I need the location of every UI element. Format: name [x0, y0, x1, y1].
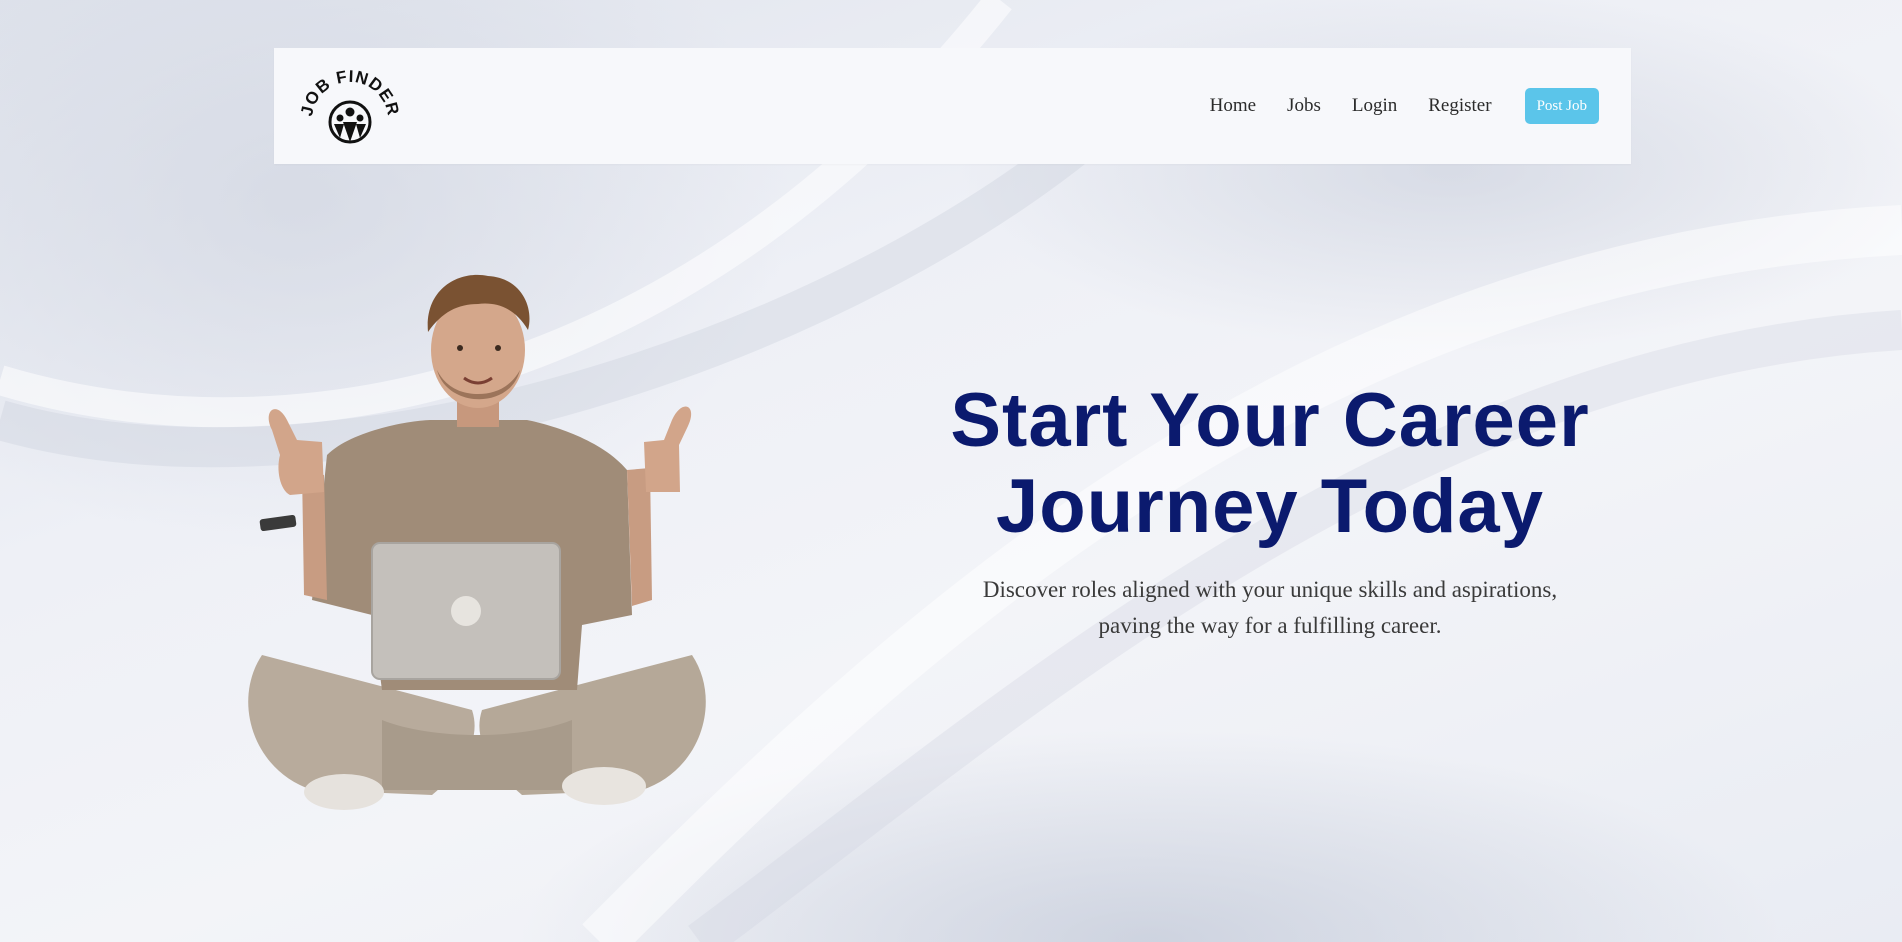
hero-section: Start Your Career Journey Today Discover…: [890, 378, 1650, 644]
job-finder-logo[interactable]: JOB FINDER: [297, 66, 402, 148]
nav-link-register[interactable]: Register: [1428, 92, 1491, 120]
hero-title: Start Your Career Journey Today: [890, 378, 1650, 550]
nav-link-login[interactable]: Login: [1352, 92, 1397, 120]
nav-link-home[interactable]: Home: [1210, 92, 1256, 120]
nav-link-jobs[interactable]: Jobs: [1287, 92, 1321, 120]
post-job-button[interactable]: Post Job: [1524, 88, 1599, 124]
hero-title-line-1: Start Your Career: [950, 378, 1590, 463]
navbar: JOB FINDER Home Jobs Login Register Post…: [274, 48, 1631, 164]
hero-person-image: [232, 270, 722, 810]
hero-subtitle: Discover roles aligned with your unique …: [982, 577, 1558, 638]
main-nav: Home Jobs Login Register Post Job: [1210, 88, 1599, 124]
hero-title-line-2: Journey Today: [996, 464, 1544, 549]
